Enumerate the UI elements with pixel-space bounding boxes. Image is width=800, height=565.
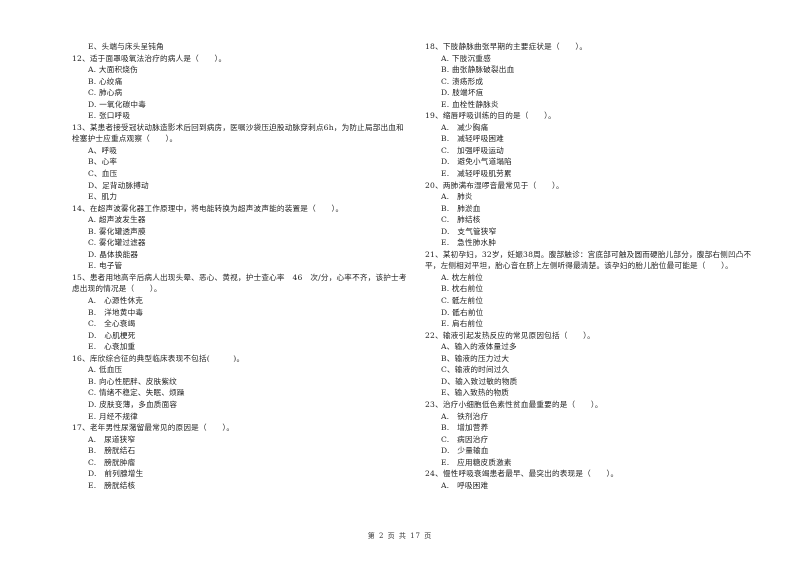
option-b: B、心率 (88, 157, 118, 167)
option-e: E. 急性肺水肿 (441, 238, 497, 248)
option-d: D. 晶体换能器 (88, 249, 139, 259)
option-c: C. 膀胱肿瘤 (88, 457, 136, 467)
option-b: B. 减轻呼吸困难 (441, 134, 504, 144)
option-b: B. 洋地黄中毒 (88, 307, 144, 317)
option-c: C、血压 (88, 169, 118, 179)
option-a: A. 减少胸痛 (441, 122, 489, 132)
option-d: D. 少量输血 (441, 446, 489, 456)
question-16: 16、库欣综合征的典型临床表现不包括( )。 A. 低血压 B. 向心性肥胖、皮… (72, 353, 407, 422)
option-e: E. 血栓性静脉炎 (441, 99, 499, 109)
option-a: A. 超声波发生器 (88, 215, 146, 225)
option-b: B. 心绞痛 (88, 76, 123, 86)
question-stem: 23、治疗小细胞低色素性贫血最重要的是（ ）。 (425, 399, 603, 409)
option-c: C. 全心衰竭 (88, 319, 136, 329)
option-e: E. 心衰加重 (88, 342, 136, 352)
option-b: B. 雾化罐透声膜 (88, 226, 146, 236)
question-stem: 14、在超声波雾化器工作原理中，将电能转换为超声波声能的装置是（ ）。 (72, 203, 344, 213)
continued-option: E、头端与床头呈钝角 (88, 42, 164, 51)
question-stem: 15、患者用地高辛后病人出现头晕、恶心、黄视，护士查心率 46 次/分，心率不齐… (72, 272, 407, 294)
option-a: A. 尿道狭窄 (88, 434, 136, 444)
option-a: A. 呼吸困难 (441, 480, 489, 490)
option-c: C. 骶左前位 (441, 296, 484, 306)
option-a: A、输入的液体量过多 (441, 342, 517, 352)
option-a: A、呼吸 (88, 145, 118, 155)
question-15: 15、患者用地高辛后病人出现头晕、恶心、黄视，护士查心率 46 次/分，心率不齐… (72, 272, 407, 353)
option-d: D. 一氧化碳中毒 (88, 99, 147, 109)
question-19: 19、缩唇呼吸训练的目的是（ ）。 A. 减少胸痛 B. 减轻呼吸困难 C. 加… (425, 110, 765, 179)
option-d: D、输入致过敏的物质 (441, 376, 518, 386)
option-b: B. 肺淤血 (441, 203, 481, 213)
question-22: 22、输液引起发热反应的常见原因包括（ ）。 A、输入的液体量过多 B、输液的压… (425, 330, 765, 399)
page-number: 第 2 页 共 17 页 (367, 532, 433, 540)
question-stem: 16、库欣综合征的典型临床表现不包括( )。 (72, 353, 245, 363)
option-e: E. 月经不规律 (88, 411, 138, 421)
question-13: 13、某患者接受冠状动脉造影术后回到病房，医嘱沙袋压迫股动脉穿刺点6h，为防止局… (72, 122, 407, 203)
option-e: E. 肩右前位 (441, 319, 484, 329)
question-stem: 19、缩唇呼吸训练的目的是（ ）。 (425, 111, 556, 121)
option-c: C. 情绪不稳定、失眠、烦躁 (88, 388, 185, 398)
exam-page: E、头端与床头呈钝角 12、适于面罩吸氧法治疗的病人是（ ）。 A. 大面积烧伤… (0, 0, 800, 565)
option-b: B. 膀胱结石 (88, 446, 136, 456)
option-a: A. 枕左前位 (441, 272, 484, 282)
option-b: B. 曲张静脉破裂出血 (441, 65, 515, 75)
question-23: 23、治疗小细胞低色素性贫血最重要的是（ ）。 A. 铁剂治疗 B. 增加营养 … (425, 399, 765, 468)
option-d: D. 肢端坏疽 (441, 88, 484, 98)
question-24: 24、慢性呼吸衰竭患者最早、最突出的表现是（ ）。 A. 呼吸困难 (425, 468, 765, 491)
question-stem: 13、某患者接受冠状动脉造影术后回到病房，医嘱沙袋压迫股动脉穿刺点6h，为防止局… (72, 122, 404, 144)
option-a: A. 肺炎 (441, 192, 473, 202)
option-d: D. 心肌梗死 (88, 330, 136, 340)
question-stem: 18、下肢静脉曲张早期的主要症状是（ ）。 (425, 42, 588, 51)
question-18: 18、下肢静脉曲张早期的主要症状是（ ）。 A. 下肢沉重感 B. 曲张静脉破裂… (425, 41, 765, 110)
option-a: A. 铁剂治疗 (441, 411, 489, 421)
question-14: 14、在超声波雾化器工作原理中，将电能转换为超声波声能的装置是（ ）。 A. 超… (72, 203, 407, 272)
option-a: A. 低血压 (88, 365, 123, 375)
option-d: D. 支气管狭窄 (441, 226, 497, 236)
question-17: 17、老年男性尿潴留最常见的原因是（ ）。 A. 尿道狭窄 B. 膀胱结石 C.… (72, 422, 407, 491)
option-d: D. 避免小气道塌陷 (441, 157, 512, 167)
option-c: C. 肺心病 (88, 88, 123, 98)
option-a: A. 大面积烧伤 (88, 65, 138, 75)
option-d: D. 前列腺增生 (88, 469, 144, 479)
option-c: C. 病因治疗 (441, 434, 489, 444)
question-stem: 21、某初孕妇，32岁，妊娠38周。腹部触诊：宫底部可触及圆而硬胎儿部分，腹部右… (425, 249, 752, 271)
option-e: E. 减轻呼吸肌劳累 (441, 169, 512, 179)
option-a: A. 下肢沉重感 (441, 53, 491, 63)
option-d: D. 骶右前位 (441, 307, 484, 317)
question-20: 20、两肺满布湿啰音最常见于（ ）。 A. 肺炎 B. 肺淤血 C. 肺结核 D… (425, 180, 765, 249)
question-stem: 20、两肺满布湿啰音最常见于（ ）。 (425, 180, 564, 190)
option-d: D、足背动脉搏动 (88, 180, 149, 190)
option-b: B. 枕右前位 (441, 284, 484, 294)
option-e: E. 应用糖皮质激素 (441, 457, 512, 467)
option-b: B、输液的压力过大 (441, 353, 510, 363)
option-e: E、肌力 (88, 192, 118, 202)
option-d: D. 皮肤变薄，多血质面容 (88, 399, 178, 409)
question-stem: 17、老年男性尿潴留最常见的原因是（ ）。 (72, 423, 235, 433)
option-c: C. 肺结核 (441, 215, 481, 225)
option-a: A. 心源性休克 (88, 296, 144, 306)
question-stem: 22、输液引起发热反应的常见原因包括（ ）。 (425, 330, 595, 340)
option-e: E. 膀胱结核 (88, 480, 136, 490)
option-c: C. 溃疡形成 (441, 76, 484, 86)
right-column: 18、下肢静脉曲张早期的主要症状是（ ）。 A. 下肢沉重感 B. 曲张静脉破裂… (425, 41, 765, 491)
question-stem: 24、慢性呼吸衰竭患者最早、最突出的表现是（ ）。 (425, 469, 619, 479)
option-e: E. 电子管 (88, 261, 123, 271)
option-e: E. 张口呼吸 (88, 111, 131, 121)
option-b: B. 向心性肥胖、皮肤紫纹 (88, 376, 177, 386)
left-column: E、头端与床头呈钝角 12、适于面罩吸氧法治疗的病人是（ ）。 A. 大面积烧伤… (72, 41, 407, 491)
question-stem: 12、适于面罩吸氧法治疗的病人是（ ）。 (72, 53, 227, 63)
option-c: C、输液的时间过久 (441, 365, 510, 375)
question-12: 12、适于面罩吸氧法治疗的病人是（ ）。 A. 大面积烧伤 B. 心绞痛 C. … (72, 53, 407, 122)
question-21: 21、某初孕妇，32岁，妊娠38周。腹部触诊：宫底部可触及圆而硬胎儿部分，腹部右… (425, 249, 765, 330)
option-c: C. 加强呼吸运动 (441, 145, 504, 155)
option-e: E、输入致热的物质 (441, 388, 510, 398)
option-b: B. 增加营养 (441, 423, 489, 433)
option-c: C. 雾化罐过滤器 (88, 238, 146, 248)
